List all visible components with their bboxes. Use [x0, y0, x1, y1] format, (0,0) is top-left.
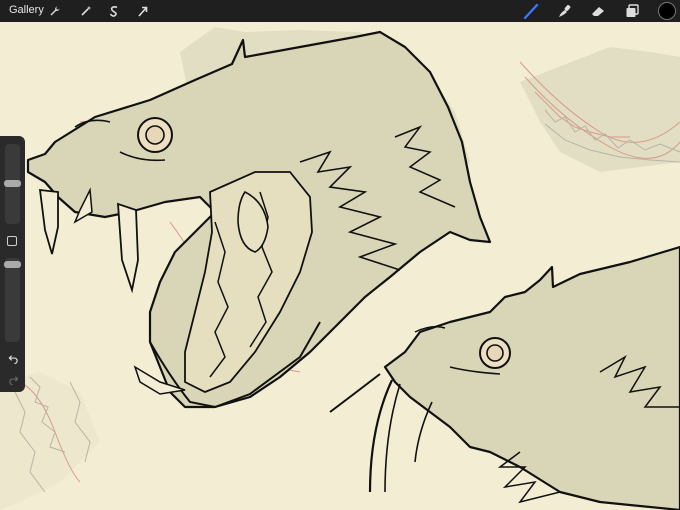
color-swatch[interactable]: [659, 3, 675, 19]
redo-icon: [8, 375, 18, 385]
brush-icon[interactable]: [522, 2, 540, 20]
gallery-button[interactable]: Gallery: [9, 4, 44, 16]
transform-arrow-icon[interactable]: [134, 2, 152, 20]
opacity-handle[interactable]: [4, 261, 21, 268]
top-toolbar: Gallery: [0, 0, 680, 22]
undo-button[interactable]: [5, 351, 21, 365]
undo-icon: [8, 354, 18, 364]
side-toolbar: [0, 136, 25, 392]
layers-icon[interactable]: [623, 2, 641, 20]
redo-button[interactable]: [5, 372, 21, 386]
smudge-icon[interactable]: [555, 2, 573, 20]
magic-wand-icon[interactable]: [77, 2, 95, 20]
opacity-slider[interactable]: [5, 258, 20, 342]
selection-s-icon[interactable]: [105, 2, 123, 20]
modify-button[interactable]: [7, 236, 17, 246]
drawing-canvas[interactable]: [0, 22, 680, 510]
wrench-icon[interactable]: [46, 2, 64, 20]
brush-size-handle[interactable]: [4, 180, 21, 187]
eraser-icon[interactable]: [589, 2, 607, 20]
